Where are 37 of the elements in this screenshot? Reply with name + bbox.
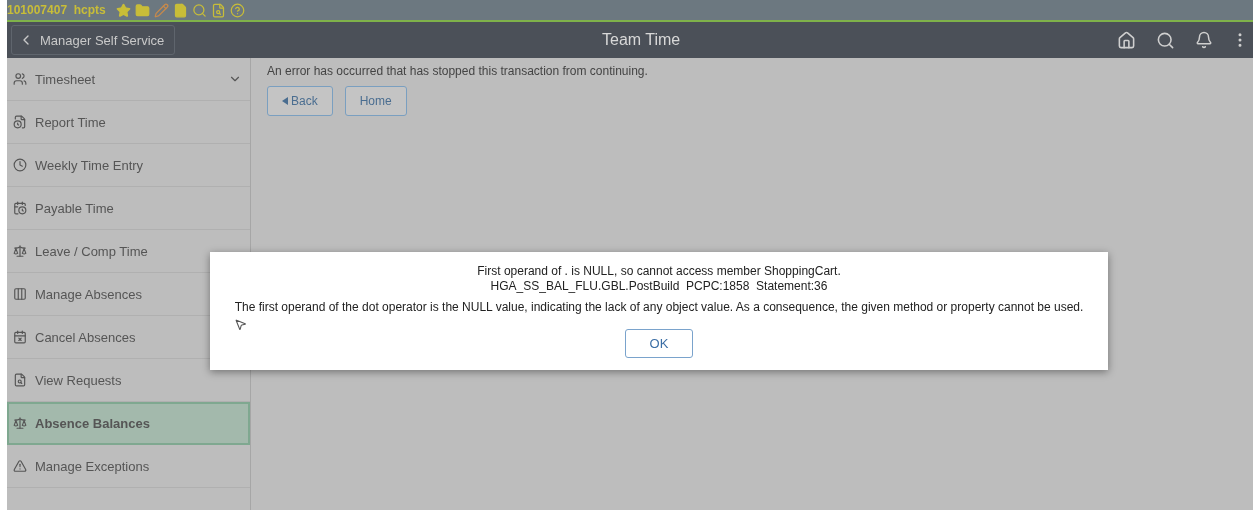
pencil-icon[interactable]: [153, 2, 169, 18]
bell-icon[interactable]: [1195, 31, 1213, 49]
search-icon[interactable]: [1156, 30, 1175, 50]
home-button[interactable]: Home: [344, 86, 407, 116]
scale-icon: [13, 244, 27, 258]
folder-icon[interactable]: [134, 2, 150, 18]
sidebar-item[interactable]: Payable Time: [7, 187, 250, 230]
document-search-icon: [13, 373, 27, 387]
cursor-icon: [234, 318, 247, 331]
calendar-x-icon: [13, 330, 27, 344]
ok-button[interactable]: OK: [625, 329, 693, 358]
back-button[interactable]: Back: [267, 86, 333, 116]
columns-icon: [13, 287, 27, 301]
clock-icon: [13, 158, 27, 172]
calendar-clock-icon: [13, 201, 27, 215]
sidebar-item[interactable]: Timesheet: [7, 58, 250, 101]
error-text: First operand of . is NULL, so cannot access member ShoppingCart.: [477, 264, 841, 279]
star-icon[interactable]: [115, 2, 131, 18]
scale-icon: [13, 416, 27, 430]
search-icon[interactable]: [191, 2, 207, 18]
document-clock-icon: [13, 115, 27, 129]
sidebar-item[interactable]: Weekly Time Entry: [7, 144, 250, 187]
sidebar-item[interactable]: Manage Exceptions: [7, 445, 250, 488]
caret-icon: [282, 97, 288, 105]
document-search-icon[interactable]: [210, 2, 226, 18]
warning-icon: [13, 459, 27, 473]
people-icon: [13, 72, 27, 86]
help-icon[interactable]: [229, 2, 245, 18]
document-icon[interactable]: [172, 2, 188, 18]
user-id: 101007407 hcpts: [7, 3, 106, 17]
sidebar-item[interactable]: Absence Balances: [7, 402, 250, 445]
page-title: Team Time: [601, 31, 682, 49]
back-button[interactable]: Manager Self Service: [11, 25, 176, 55]
home-icon[interactable]: [1117, 30, 1136, 50]
error-message: An error has occurred that has stopped this transaction from continuing.: [267, 64, 649, 78]
error-text: HGA_SS_BAL_FLU.GBL.PostBuild PCPC:1858 Statement:36: [490, 279, 828, 294]
sidebar-item[interactable]: Report Time: [7, 101, 250, 144]
